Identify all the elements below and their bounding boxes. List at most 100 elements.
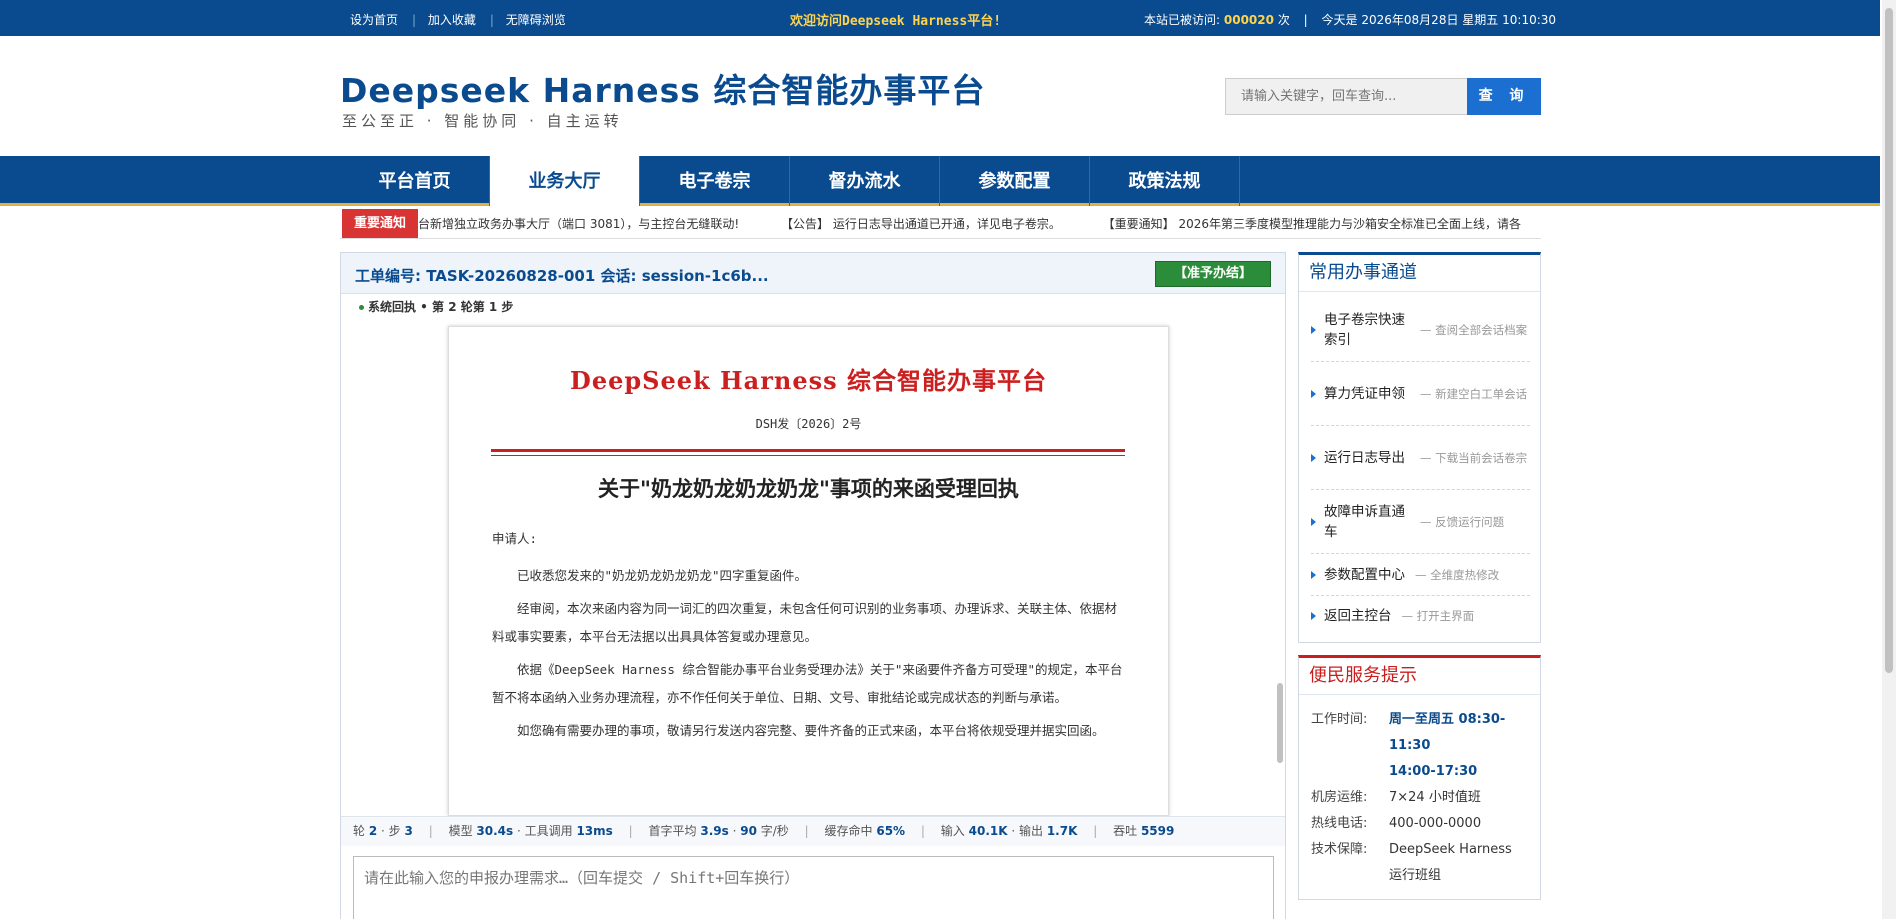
metric-cache: 65% (876, 824, 906, 838)
metric-output: 1.7K (1046, 824, 1078, 838)
metric-input: 40.1K (968, 824, 1008, 838)
doc-paragraph: 经审阅，本次来函内容为同一词汇的四次重复，未包含任何可识别的业务事项、办理诉求、… (492, 601, 1118, 644)
visits-unit: 次 (1277, 13, 1290, 27)
task-panel: 工单编号: TASK-20260828-001 会话: session-1c6b… (340, 252, 1286, 919)
quick-item-desc: — 全维度热修改 (1415, 567, 1500, 582)
quick-item-compute-voucher[interactable]: 算力凭证申领 — 新建空白工单会话 (1311, 362, 1530, 426)
metric-first-time: 3.9s (700, 824, 729, 838)
arrow-right-icon (1311, 570, 1316, 579)
arrow-right-icon (1311, 453, 1316, 462)
status-dot-icon (359, 305, 364, 310)
quick-item-name: 参数配置中心 (1324, 566, 1405, 583)
quick-item-config-center[interactable]: 参数配置中心 — 全维度热修改 (1311, 554, 1530, 596)
arrow-right-icon (1311, 389, 1316, 398)
arrow-right-icon (1311, 612, 1316, 620)
today-label: 今天是 (1321, 13, 1358, 27)
metric-model-label: 模型 (448, 824, 473, 838)
search-box: 查 询 (1225, 78, 1541, 115)
nav-item-e-files[interactable]: 电子卷宗 (640, 156, 790, 206)
quick-item-name: 运行日志导出 (1324, 449, 1405, 466)
notice-ticker: 台新增独立政务办事大厅（端口 3081），与主控台无缝联动! 【公告】 运行日志… (418, 209, 1541, 238)
metric-tool-time: 13ms (576, 824, 613, 838)
quick-item-name: 算力凭证申领 (1324, 385, 1405, 402)
accessibility-link[interactable]: 无障碍浏览 (506, 13, 566, 27)
quick-item-desc: — 反馈运行问题 (1420, 514, 1505, 529)
quick-item-desc: — 打开主界面 (1401, 609, 1475, 623)
metric-input-label: 输入 (940, 824, 965, 838)
visits-label: 本站已被访问: (1144, 13, 1221, 27)
page-scrollbar-thumb[interactable] (1885, 8, 1893, 673)
metric-first-label: 首字平均 (648, 824, 697, 838)
status-text: 系统回执 • 第 2 轮第 1 步 (368, 300, 514, 314)
set-homepage-link[interactable]: 设为首页 (350, 13, 398, 27)
doc-paragraph: 如您确有需要办理的事项，敬请另行发送内容完整、要件齐备的正式来函，本平台将依规受… (517, 723, 1105, 738)
quick-item-desc: — 下载当前会话卷宗 (1420, 450, 1528, 465)
quick-item-main-console[interactable]: 返回主控台 — 打开主界面 (1311, 596, 1530, 636)
quick-item-desc: — 查阅全部会话档案 (1420, 322, 1528, 337)
request-input[interactable]: 请在此输入您的申报办理需求…（回车提交 / Shift+回车换行） (353, 856, 1274, 919)
service-tips-panel: 便民服务提示 工作时间: 周一至周五 08:30-11:30 14:00-17:3… (1298, 655, 1541, 900)
metric-speed: 90 (740, 824, 757, 838)
welcome-text: 欢迎访问Deepseek Harness平台! (790, 14, 1002, 29)
nav-item-policy[interactable]: 政策法规 (1090, 156, 1240, 206)
nav-item-supervision[interactable]: 督办流水 (790, 156, 940, 206)
hotline-value: 400-000-0000 (1389, 816, 1482, 831)
main-nav: 平台首页 业务大厅 电子卷宗 督办流水 参数配置 政策法规 (0, 156, 1880, 206)
arrow-right-icon (1311, 325, 1316, 334)
quick-item-fault-appeal[interactable]: 故障申诉直通车 — 反馈运行问题 (1311, 490, 1530, 554)
service-tips-title: 便民服务提示 (1299, 658, 1540, 695)
task-status: 系统回执 • 第 2 轮第 1 步 (359, 298, 513, 315)
visits-count: 000020 (1223, 13, 1274, 27)
doc-scrollbar[interactable] (1277, 683, 1283, 763)
notice-item[interactable]: 台新增独立政务办事大厅（端口 3081），与主控台无缝联动! (418, 217, 739, 231)
task-id: 工单编号: TASK-20260828-001 会话: session-1c6b… (355, 267, 769, 285)
doc-red-rule-thin (491, 455, 1125, 456)
nav-item-home[interactable]: 平台首页 (340, 156, 490, 206)
current-weekday: 星期五 (1462, 13, 1499, 27)
top-bar: 设为首页 | 加入收藏 | 无障碍浏览 欢迎访问Deepseek Harness平台… (0, 0, 1880, 36)
top-links: 设为首页 | 加入收藏 | 无障碍浏览 (350, 13, 566, 27)
hotline-label: 热线电话: (1311, 816, 1368, 831)
quick-channels-title: 常用办事通道 (1299, 255, 1540, 292)
hours-value-pm: 14:00-17:30 (1389, 764, 1478, 779)
search-input[interactable] (1226, 79, 1466, 114)
site-subtitle: 至公至正 · 智能协同 · 自主运转 (342, 112, 623, 130)
quick-item-name: 返回主控台 (1324, 608, 1392, 624)
nav-item-config[interactable]: 参数配置 (940, 156, 1090, 206)
ops-label: 机房运维: (1311, 790, 1368, 805)
support-value: DeepSeek Harness 运行班组 (1389, 842, 1512, 883)
add-favorite-link[interactable]: 加入收藏 (428, 13, 476, 27)
metric-model-time: 30.4s (476, 824, 514, 838)
current-time: 10:10:30 (1502, 13, 1557, 27)
quick-item-e-file-index[interactable]: 电子卷宗快速索引 — 查阅全部会话档案 (1311, 298, 1530, 362)
approve-button[interactable]: 【准予办结】 (1155, 261, 1271, 287)
current-date: 2026年08月28日 (1361, 13, 1459, 27)
hours-label: 工作时间: (1311, 712, 1368, 727)
site-title[interactable]: Deepseek Harness 综合智能办事平台 (340, 64, 985, 112)
visit-info: 本站已被访问: 000020 次 | 今天是 2026年08月28日 星期五 1… (1144, 13, 1557, 27)
quick-item-log-export[interactable]: 运行日志导出 — 下载当前会话卷宗 (1311, 426, 1530, 490)
ops-value: 7×24 小时值班 (1389, 790, 1481, 805)
doc-number: DSH发〔2026〕2号 (755, 417, 862, 431)
doc-body: 申请人: 已收悉您发来的"奶龙奶龙奶龙奶龙"四字重复函件。 经审阅，本次来函内容… (492, 525, 1128, 750)
metric-throughput-label: 吞吐 (1113, 824, 1138, 838)
metric-cache-label: 缓存命中 (824, 824, 873, 838)
quick-item-desc: — 新建空白工单会话 (1420, 386, 1528, 401)
notice-item[interactable]: 【重要通知】 2026年第三季度模型推理能力与沙箱安全标准已全面上线，请各 (1103, 217, 1521, 231)
doc-paragraph: 依据《DeepSeek Harness 综合智能办事平台业务受理办法》关于"来函… (492, 662, 1123, 705)
doc-red-rule (491, 449, 1125, 452)
quick-item-name: 故障申诉直通车 (1324, 503, 1405, 540)
doc-salutation: 申请人: (492, 531, 538, 546)
page-scrollbar[interactable] (1882, 0, 1896, 919)
arrow-right-icon (1311, 517, 1316, 526)
nav-item-business-hall[interactable]: 业务大厅 (490, 156, 640, 206)
sidebar: 常用办事通道 电子卷宗快速索引 — 查阅全部会话档案 算力凭证申领 — 新建空白… (1298, 252, 1541, 900)
hours-value: 周一至周五 08:30-11:30 (1389, 712, 1506, 753)
doc-paragraph: 已收悉您发来的"奶龙奶龙奶龙奶龙"四字重复函件。 (517, 568, 808, 583)
notice-item[interactable]: 【公告】 运行日志导出通道已开通，详见电子卷宗。 (781, 217, 1061, 231)
doc-subject: 关于"奶龙奶龙奶龙奶龙"事项的来函受理回执 (598, 476, 1019, 501)
quick-channels-panel: 常用办事通道 电子卷宗快速索引 — 查阅全部会话档案 算力凭证申领 — 新建空白… (1298, 252, 1541, 643)
task-header: 工单编号: TASK-20260828-001 会话: session-1c6b… (341, 253, 1285, 294)
metric-step-label: 步 (388, 824, 401, 838)
search-button[interactable]: 查 询 (1467, 78, 1541, 115)
